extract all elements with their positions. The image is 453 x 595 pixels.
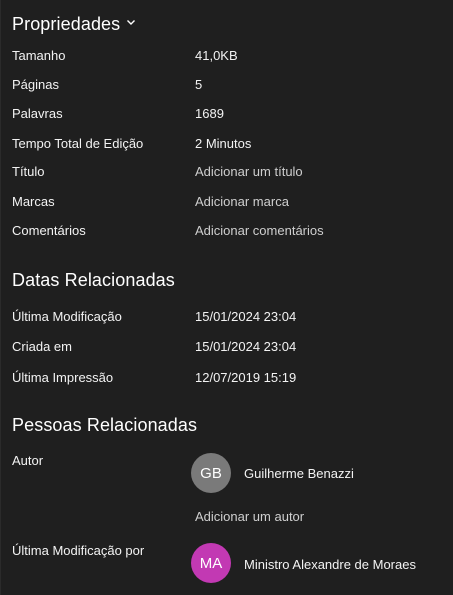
add-comments-field[interactable]: Adicionar comentários (195, 223, 324, 238)
total-editing-time-label: Tempo Total de Edição (12, 136, 144, 151)
related-dates-header: Datas Relacionadas (12, 270, 175, 290)
last-modified-by-label: Última Modificação por (12, 543, 145, 558)
properties-title: Propriedades (12, 14, 121, 34)
size-label: Tamanho (12, 48, 66, 63)
last-modified-label: Última Modificação (12, 309, 122, 324)
author-initials: GB (200, 464, 222, 482)
last-printed-value: 12/07/2019 15:19 (195, 370, 297, 385)
properties-header[interactable]: Propriedades (12, 10, 136, 35)
add-author-field[interactable]: Adicionar um autor (195, 509, 304, 524)
comments-label: Comentários (12, 223, 86, 238)
chevron-down-icon[interactable] (126, 10, 136, 31)
add-tag-field[interactable]: Adicionar marca (195, 194, 289, 209)
author-label: Autor (12, 453, 44, 468)
total-editing-time-value: 2 Minutos (195, 136, 252, 151)
add-title-field[interactable]: Adicionar um título (195, 164, 303, 179)
last-printed-label: Última Impressão (12, 370, 114, 385)
pages-value: 5 (195, 77, 203, 92)
tags-label: Marcas (12, 194, 55, 209)
words-value: 1689 (195, 106, 224, 121)
last-modified-by-initials: MA (199, 554, 223, 572)
document-properties-panel: Propriedades Tamanho 41,0KB Páginas 5 Pa… (0, 0, 453, 595)
author-avatar[interactable]: GB (191, 453, 231, 493)
last-modified-by-avatar[interactable]: MA (191, 543, 231, 583)
title-label: Título (12, 164, 45, 179)
size-value: 41,0KB (195, 48, 238, 63)
last-modified-value: 15/01/2024 23:04 (195, 309, 297, 324)
last-modified-by-name[interactable]: Ministro Alexandre de Moraes (244, 557, 416, 572)
words-label: Palavras (12, 106, 63, 121)
pages-label: Páginas (12, 77, 59, 92)
created-label: Criada em (12, 339, 72, 354)
author-name[interactable]: Guilherme Benazzi (244, 466, 354, 481)
created-value: 15/01/2024 23:04 (195, 339, 297, 354)
related-people-header: Pessoas Relacionadas (12, 415, 198, 435)
